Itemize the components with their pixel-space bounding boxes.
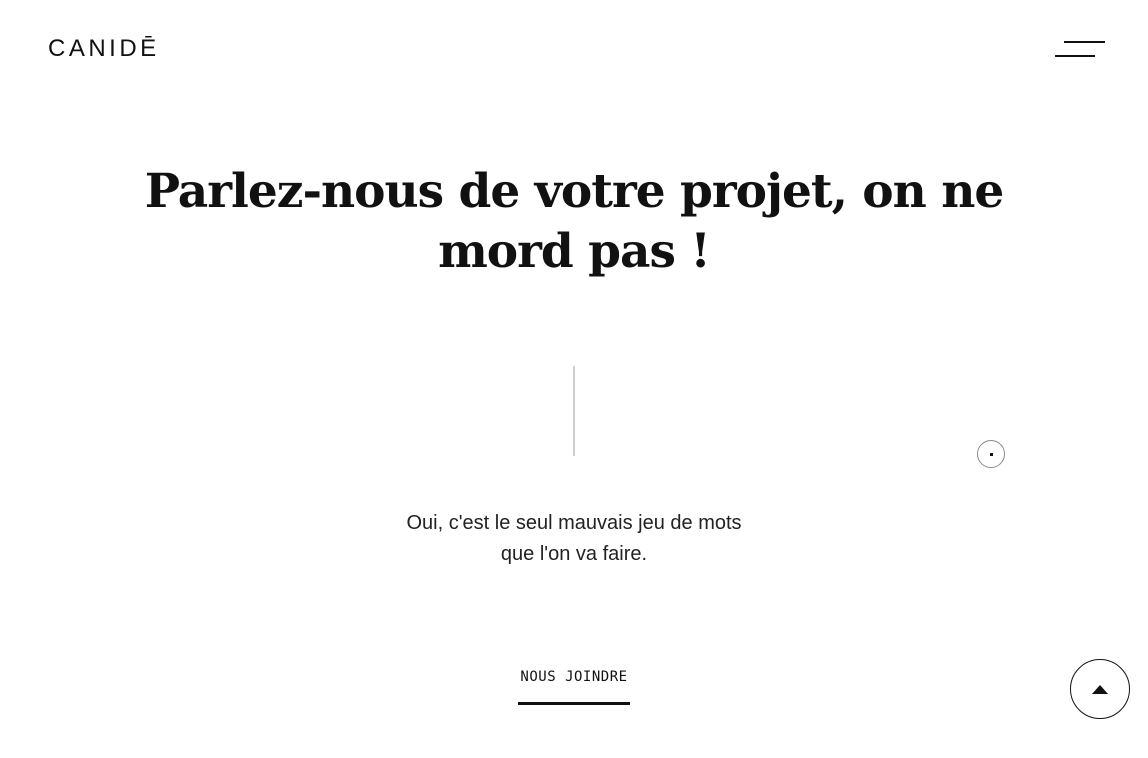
- headline-line-1: Parlez-nous de votre projet, on ne: [144, 164, 1005, 219]
- custom-cursor-icon: [977, 440, 1005, 468]
- site-logo[interactable]: CANIDĒ: [48, 37, 160, 61]
- vertical-divider: [573, 366, 575, 456]
- headline-line-2: mord pas !: [438, 224, 711, 279]
- hamburger-menu-icon-line: [1055, 55, 1095, 57]
- page-headline: Parlez-nous de votre projet, on ne mord …: [124, 162, 1024, 282]
- cursor-dot-icon: [990, 453, 993, 456]
- scroll-to-top-button[interactable]: [1070, 659, 1130, 719]
- menu-button[interactable]: [1054, 38, 1106, 60]
- contact-us-label: NOUS JOINDRE: [520, 669, 628, 685]
- hero-subtext: Oui, c'est le seul mauvais jeu de mots q…: [324, 508, 824, 570]
- subtext-line-1: Oui, c'est le seul mauvais jeu de mots: [406, 512, 742, 534]
- subtext-line-2: que l'on va faire.: [500, 543, 648, 565]
- hamburger-menu-icon: [1064, 41, 1105, 43]
- contact-page: CANIDĒ Parlez-nous de votre projet, on n…: [0, 0, 1148, 758]
- cta-underline: [518, 702, 630, 705]
- contact-us-link[interactable]: NOUS JOINDRE: [518, 667, 630, 705]
- arrow-up-icon: [1092, 684, 1108, 694]
